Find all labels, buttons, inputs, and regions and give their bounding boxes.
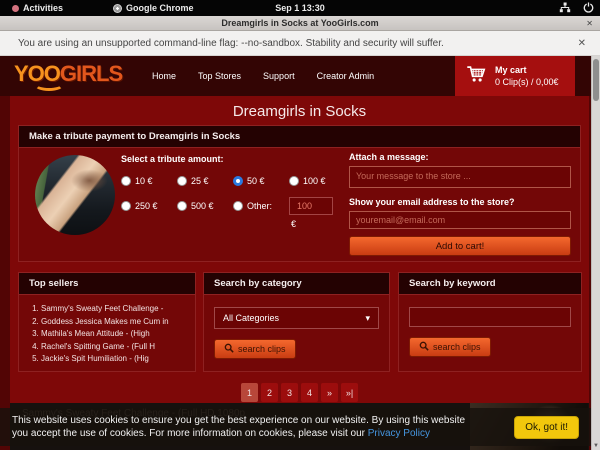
top-sellers-header: Top sellers (19, 273, 195, 295)
search-keyword-header: Search by keyword (399, 273, 581, 295)
radio-500-icon[interactable] (177, 201, 187, 211)
window-close-icon[interactable]: ✕ (586, 19, 593, 28)
network-icon[interactable] (559, 2, 571, 15)
power-icon[interactable] (583, 2, 594, 15)
app-menu-label: Google Chrome (126, 3, 194, 13)
store-avatar[interactable] (35, 155, 115, 235)
cart-icon (465, 63, 487, 90)
site-header: YOOGIRLS Home Top Stores Support Creator… (0, 56, 591, 96)
page-title: Dreamgirls in Socks (10, 103, 589, 120)
logo-smile-icon (34, 78, 64, 91)
tribute-amounts: Select a tribute amount: 10 € 25 € 50 (121, 154, 349, 229)
radio-50-icon[interactable] (233, 176, 243, 186)
amount-label: Select a tribute amount: (121, 154, 349, 164)
infobar-message: You are using an unsupported command-lin… (18, 38, 444, 49)
scrollbar-thumb[interactable] (593, 59, 599, 101)
window-title: Dreamgirls in Socks at YooGirls.com (221, 18, 378, 28)
page-last-button[interactable]: »| (341, 383, 358, 402)
cookie-accept-button[interactable]: Ok, got it! (514, 416, 579, 439)
activities-button[interactable]: Activities (6, 3, 69, 13)
search-clips-keyword-button[interactable]: search clips (409, 337, 491, 357)
main-content: Dreamgirls in Socks Make a tribute payme… (10, 96, 589, 450)
top-seller-item[interactable]: Rachel's Spitting Game - (Full H (41, 341, 191, 354)
page-1-button[interactable]: 1 (241, 383, 258, 402)
cookie-message: This website uses cookies to ensure you … (12, 414, 482, 440)
privacy-policy-link[interactable]: Privacy Policy (368, 428, 430, 439)
my-cart-button[interactable]: My cart 0 Clip(s) / 0,00€ (455, 56, 575, 96)
page-viewport: YOOGIRLS Home Top Stores Support Creator… (0, 56, 600, 450)
top-sellers-panel: Top sellers Sammy's Sweaty Feet Challeng… (18, 272, 196, 372)
amount-option-50[interactable]: 50 € (233, 176, 289, 186)
email-input[interactable] (349, 211, 571, 229)
radio-other-icon[interactable] (233, 201, 243, 211)
top-sellers-list: Sammy's Sweaty Feet Challenge - Goddess … (41, 303, 191, 366)
page-next-button[interactable]: » (321, 383, 338, 402)
site-logo[interactable]: YOOGIRLS (14, 61, 122, 87)
search-icon (224, 343, 234, 355)
currency-suffix: € (291, 219, 349, 229)
search-keyword-panel: Search by keyword search clips (398, 272, 582, 372)
amount-option-250[interactable]: 250 € (121, 201, 177, 211)
radio-25-icon[interactable] (177, 176, 187, 186)
search-category-panel: Search by category All Categories ▾ sear… (203, 272, 390, 372)
nav-support[interactable]: Support (263, 71, 295, 81)
category-select[interactable]: All Categories ▾ (214, 307, 379, 329)
tribute-message-column: Attach a message: Show your email addres… (349, 152, 571, 256)
amount-option-other[interactable]: Other: (233, 201, 289, 211)
tribute-panel-header: Make a tribute payment to Dreamgirls in … (19, 126, 580, 148)
cookie-consent-bar: This website uses cookies to ensure you … (0, 408, 591, 446)
top-seller-item[interactable]: Mathila's Mean Attitude - (High (41, 328, 191, 341)
amount-option-100[interactable]: 100 € (289, 176, 345, 186)
logo-part2: GIRLS (60, 61, 122, 86)
pagination: 1 2 3 4 » »| (10, 383, 589, 402)
radio-10-icon[interactable] (121, 176, 131, 186)
scrollbar[interactable]: ▼ (591, 56, 600, 450)
scroll-down-arrow-icon[interactable]: ▼ (592, 443, 600, 449)
search-icon (419, 341, 429, 353)
sandbox-warning-infobar: You are using an unsupported command-lin… (0, 31, 600, 56)
page-4-button[interactable]: 4 (301, 383, 318, 402)
email-label: Show your email address to the store? (349, 197, 571, 207)
message-label: Attach a message: (349, 152, 571, 162)
other-amount-input[interactable] (289, 197, 333, 215)
app-menu-button[interactable]: Google Chrome (107, 3, 200, 13)
activities-label: Activities (23, 3, 63, 13)
tribute-panel: Make a tribute payment to Dreamgirls in … (18, 125, 581, 262)
message-textarea[interactable] (349, 166, 571, 188)
search-category-header: Search by category (204, 273, 389, 295)
page-2-button[interactable]: 2 (261, 383, 278, 402)
page-3-button[interactable]: 3 (281, 383, 298, 402)
amount-option-500[interactable]: 500 € (177, 201, 233, 211)
top-seller-item[interactable]: Sammy's Sweaty Feet Challenge - (41, 303, 191, 316)
window-titlebar: Dreamgirls in Socks at YooGirls.com ✕ (0, 16, 600, 31)
clock[interactable]: Sep 1 13:30 (275, 3, 325, 13)
category-select-value: All Categories (223, 313, 279, 323)
nav-top-stores[interactable]: Top Stores (198, 71, 241, 81)
add-to-cart-button[interactable]: Add to cart! (349, 236, 571, 256)
infobar-close-icon[interactable]: ✕ (578, 38, 586, 49)
radio-250-icon[interactable] (121, 201, 131, 211)
main-nav: Home Top Stores Support Creator Admin (152, 56, 374, 96)
cart-summary: 0 Clip(s) / 0,00€ (495, 77, 559, 87)
radio-100-icon[interactable] (289, 176, 299, 186)
activities-indicator-icon (12, 5, 19, 12)
amount-option-10[interactable]: 10 € (121, 176, 177, 186)
amount-option-25[interactable]: 25 € (177, 176, 233, 186)
nav-home[interactable]: Home (152, 71, 176, 81)
top-seller-item[interactable]: Goddess Jessica Makes me Cum in (41, 316, 191, 329)
nav-creator-admin[interactable]: Creator Admin (317, 71, 375, 81)
cart-title: My cart (495, 65, 559, 75)
chrome-icon (113, 4, 122, 13)
desktop-top-bar: Activities Google Chrome Sep 1 13:30 (0, 0, 600, 16)
search-clips-category-button[interactable]: search clips (214, 339, 296, 359)
keyword-input[interactable] (409, 307, 571, 327)
top-seller-item[interactable]: Jackie's Spit Humiliation - (Hig (41, 353, 191, 366)
chevron-down-icon: ▾ (365, 313, 370, 324)
